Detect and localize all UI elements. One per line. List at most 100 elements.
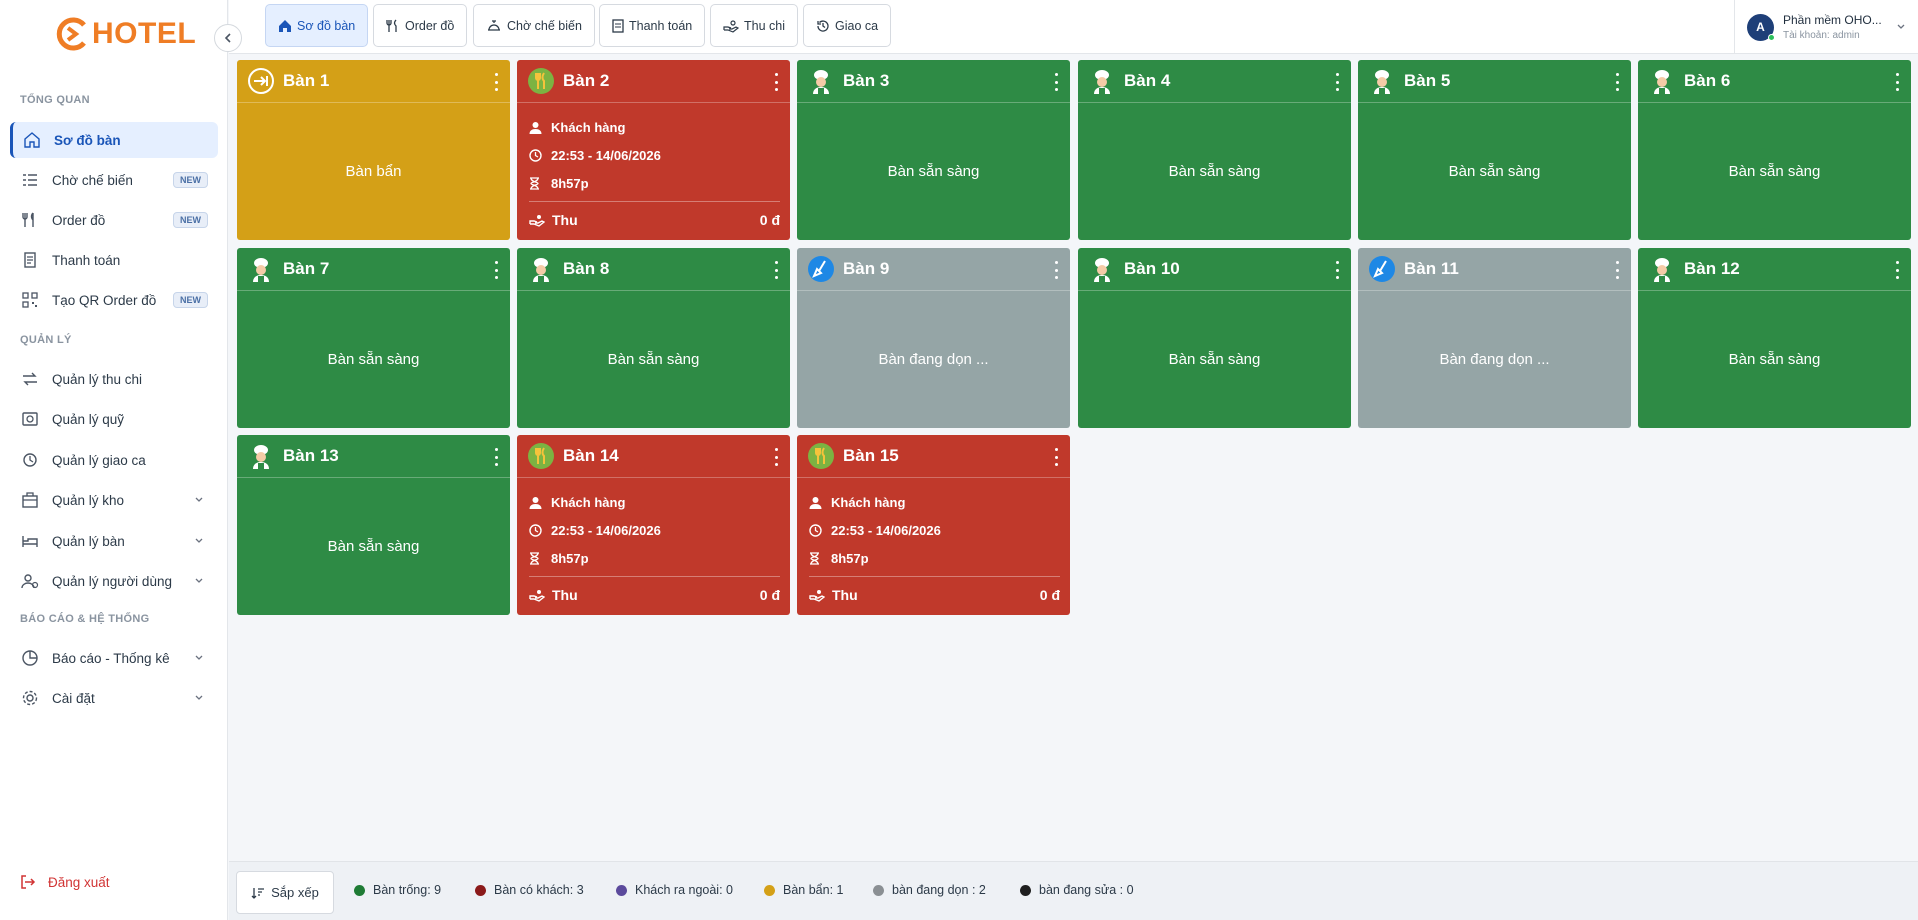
table-card[interactable]: Bàn 9 Bàn đang dọn ... bbox=[797, 248, 1070, 428]
chevron-down-icon bbox=[194, 653, 204, 663]
sidebar-item-label: Thanh toán bbox=[52, 252, 121, 268]
more-vertical-icon[interactable] bbox=[772, 261, 780, 279]
table-name: Bàn 10 bbox=[1124, 259, 1180, 278]
sidebar-item-fund[interactable]: Quản lý quỹ bbox=[10, 401, 218, 437]
more-vertical-icon[interactable] bbox=[492, 73, 500, 91]
more-vertical-icon[interactable] bbox=[772, 73, 780, 91]
table-card-header: Bàn 1 bbox=[237, 60, 510, 103]
table-card[interactable]: Bàn 6 Bàn sẵn sàng bbox=[1638, 60, 1911, 240]
receipt-icon bbox=[20, 250, 40, 270]
dining-icon bbox=[527, 67, 555, 95]
more-vertical-icon[interactable] bbox=[1893, 261, 1901, 279]
tab-table-map[interactable]: Sơ đồ bàn bbox=[265, 4, 369, 47]
table-card[interactable]: Bàn 14 Khách hàng 22:53 - 14/06/2026 8h57p T… bbox=[517, 435, 790, 615]
table-card[interactable]: Bàn 12 Bàn sẵn sàng bbox=[1638, 248, 1911, 428]
table-card[interactable]: Bàn 13 Bàn sẵn sàng bbox=[237, 435, 510, 615]
more-vertical-icon[interactable] bbox=[1333, 261, 1341, 279]
table-card[interactable]: Bàn 2 Khách hàng 22:53 - 14/06/2026 8h57p Th… bbox=[517, 60, 790, 240]
more-vertical-icon[interactable] bbox=[1052, 73, 1060, 91]
shift-icon bbox=[20, 450, 40, 470]
sidebar-item-reports[interactable]: Báo cáo - Thống kê bbox=[10, 640, 218, 676]
sidebar-item-users[interactable]: Quản lý người dùng bbox=[10, 563, 218, 599]
sidebar-item-payment[interactable]: Thanh toán bbox=[10, 242, 218, 278]
sort-button[interactable]: Sắp xếp bbox=[236, 871, 334, 914]
table-status: Bàn sẵn sàng bbox=[1448, 162, 1541, 180]
sidebar-item-tables[interactable]: Quản lý bàn bbox=[10, 523, 218, 559]
more-vertical-icon[interactable] bbox=[1333, 73, 1341, 91]
sidebar-item-label: Quản lý bàn bbox=[52, 533, 125, 549]
user-menu[interactable]: A Phần mềm OHO... Tài khoản: admin bbox=[1734, 0, 1918, 54]
new-badge: NEW bbox=[173, 212, 208, 228]
tab-waiting-kitchen[interactable]: Chờ chế biến bbox=[473, 4, 595, 47]
gear-icon bbox=[20, 688, 40, 708]
new-badge: NEW bbox=[173, 292, 208, 308]
checkin-time: 22:53 - 14/06/2026 bbox=[831, 522, 941, 538]
hand-icon bbox=[723, 19, 739, 33]
table-card-header: Bàn 14 bbox=[517, 435, 790, 478]
sidebar-item-table-map[interactable]: Sơ đồ bàn bbox=[10, 122, 218, 158]
more-vertical-icon[interactable] bbox=[1052, 448, 1060, 466]
table-name: Bàn 11 bbox=[1404, 259, 1459, 278]
tab-shift[interactable]: Giao ca bbox=[803, 4, 892, 47]
table-card[interactable]: Bàn 10 Bàn sẵn sàng bbox=[1078, 248, 1351, 428]
more-vertical-icon[interactable] bbox=[492, 448, 500, 466]
hourglass-icon bbox=[529, 551, 545, 565]
status-bar: Sắp xếp Bàn trống: 9 Bàn có khách: 3 Khách… bbox=[229, 861, 1918, 920]
sidebar-item-settings[interactable]: Cài đặt bbox=[10, 680, 218, 716]
receipt-icon bbox=[612, 18, 624, 33]
tab-label: Thu chi bbox=[744, 18, 785, 33]
user-icon bbox=[529, 496, 545, 509]
more-vertical-icon[interactable] bbox=[1613, 261, 1621, 279]
sidebar-item-shift[interactable]: Quản lý giao ca bbox=[10, 442, 218, 478]
table-card[interactable]: Bàn 11 Bàn đang dọn ... bbox=[1358, 248, 1631, 428]
table-card-header: Bàn 13 bbox=[237, 435, 510, 478]
more-vertical-icon[interactable] bbox=[1613, 73, 1621, 91]
payment-label: Thu bbox=[832, 586, 858, 603]
section-overview: TỔNG QUAN bbox=[20, 94, 90, 106]
logo[interactable]: HOTEL bbox=[54, 14, 196, 54]
more-vertical-icon[interactable] bbox=[1893, 73, 1901, 91]
more-vertical-icon[interactable] bbox=[492, 261, 500, 279]
chef-icon bbox=[1648, 255, 1676, 283]
table-card[interactable]: Bàn 5 Bàn sẵn sàng bbox=[1358, 60, 1631, 240]
collapse-sidebar-button[interactable] bbox=[214, 24, 242, 52]
more-vertical-icon[interactable] bbox=[772, 448, 780, 466]
logout-button[interactable]: Đăng xuất bbox=[20, 874, 110, 890]
table-status: Bàn sẵn sàng bbox=[607, 350, 700, 368]
table-card-header: Bàn 5 bbox=[1358, 60, 1631, 103]
table-card[interactable]: Bàn 4 Bàn sẵn sàng bbox=[1078, 60, 1351, 240]
customer-name: Khách hàng bbox=[551, 494, 626, 510]
logo-text: HOTEL bbox=[92, 17, 197, 50]
chef-icon bbox=[486, 19, 502, 33]
topbar: Sơ đồ bàn Order đồ Chờ chế biến Thanh to… bbox=[229, 0, 1918, 54]
sidebar-item-warehouse[interactable]: Quản lý kho bbox=[10, 482, 218, 518]
sidebar-item-order[interactable]: Order đồ NEW bbox=[10, 202, 218, 238]
table-card-header: Bàn 15 bbox=[797, 435, 1070, 478]
table-status: Bàn sẵn sàng bbox=[1728, 162, 1821, 180]
table-card[interactable]: Bàn 8 Bàn sẵn sàng bbox=[517, 248, 790, 428]
sidebar-item-qr-order[interactable]: Tạo QR Order đồ NEW bbox=[10, 282, 218, 318]
legend-label: Khách ra ngoài: 0 bbox=[635, 883, 733, 897]
customer-row: Khách hàng bbox=[809, 488, 1060, 516]
tab-order[interactable]: Order đồ bbox=[373, 4, 468, 47]
dining-icon bbox=[527, 442, 555, 470]
table-card[interactable]: Bàn 3 Bàn sẵn sàng bbox=[797, 60, 1070, 240]
table-card-header: Bàn 6 bbox=[1638, 60, 1911, 103]
tab-payment[interactable]: Thanh toán bbox=[599, 4, 706, 47]
chef-icon bbox=[247, 255, 275, 283]
sidebar-item-income-expense[interactable]: Quản lý thu chi bbox=[10, 361, 218, 397]
table-card[interactable]: Bàn 15 Khách hàng 22:53 - 14/06/2026 8h57p T… bbox=[797, 435, 1070, 615]
tab-label: Order đồ bbox=[405, 18, 455, 33]
table-card[interactable]: Bàn 1 Bàn bẩn bbox=[237, 60, 510, 240]
legend-item: Khách ra ngoài: 0 bbox=[616, 883, 733, 897]
hand-coin-icon bbox=[529, 213, 547, 227]
history-icon bbox=[816, 19, 830, 33]
table-name: Bàn 3 bbox=[843, 71, 890, 90]
payment-label: Thu bbox=[552, 586, 578, 603]
tab-income-expense[interactable]: Thu chi bbox=[710, 4, 798, 47]
sidebar-item-label: Order đồ bbox=[52, 212, 106, 228]
table-card[interactable]: Bàn 7 Bàn sẵn sàng bbox=[237, 248, 510, 428]
sidebar-item-waiting-kitchen[interactable]: Chờ chế biến NEW bbox=[10, 162, 218, 198]
chevron-down-icon bbox=[194, 576, 204, 586]
more-vertical-icon[interactable] bbox=[1052, 261, 1060, 279]
